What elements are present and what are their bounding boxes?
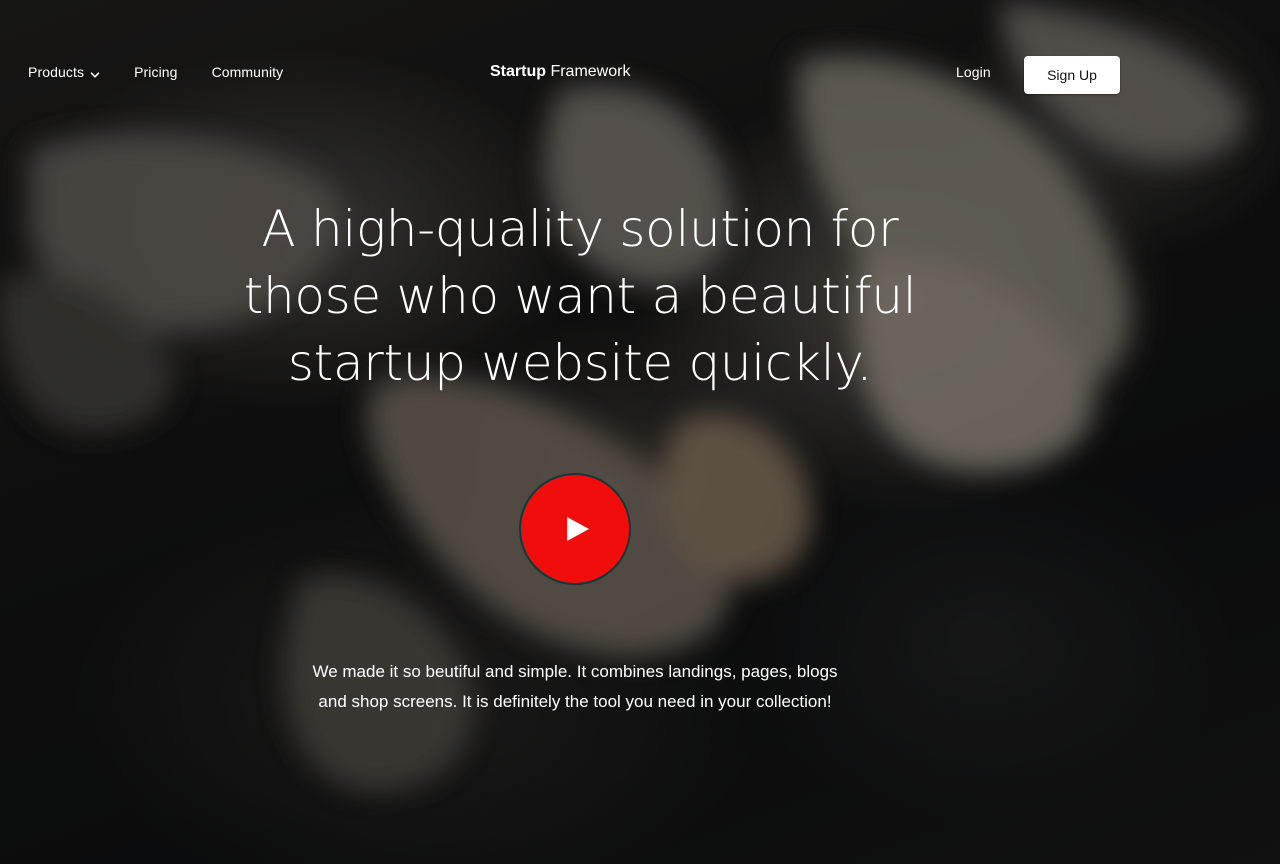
brand-name-light: Framework xyxy=(546,63,631,80)
nav-products-label: Products xyxy=(28,64,85,80)
brand-name-bold: Startup xyxy=(490,63,546,80)
hero-headline: A high-quality solution for those who wa… xyxy=(243,200,917,392)
nav-pricing-link[interactable]: Pricing xyxy=(134,64,178,80)
nav-community-link[interactable]: Community xyxy=(212,64,284,80)
top-navigation: Products Pricing Community Startup Frame… xyxy=(0,0,1280,150)
hero-section: Products Pricing Community Startup Frame… xyxy=(0,0,1280,864)
play-video-button[interactable] xyxy=(519,473,631,585)
nav-products-dropdown[interactable]: Products xyxy=(28,64,100,80)
login-link[interactable]: Login xyxy=(956,64,991,80)
primary-nav-links: Products Pricing Community xyxy=(28,64,283,80)
play-icon xyxy=(567,517,589,541)
hero-description: We made it so beutiful and simple. It co… xyxy=(312,662,838,711)
brand-logo[interactable]: Startup Framework xyxy=(490,63,630,81)
chevron-down-icon xyxy=(90,67,100,78)
sign-up-button[interactable]: Sign Up xyxy=(1024,56,1120,94)
